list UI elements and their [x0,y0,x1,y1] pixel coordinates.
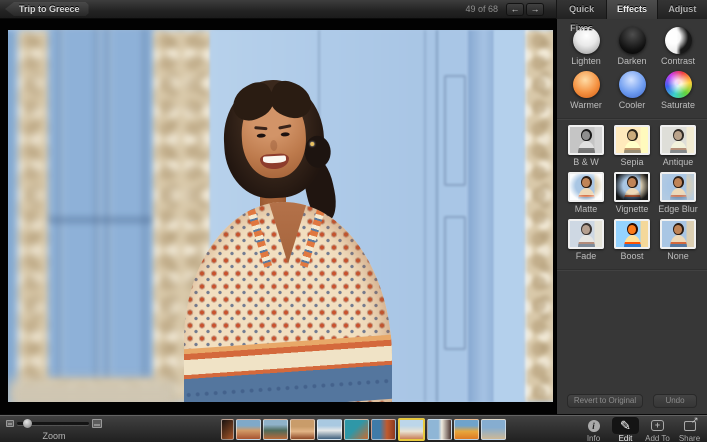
antique-preview [660,125,696,155]
filmstrip-thumb[interactable] [481,419,506,440]
filmstrip-thumb[interactable] [344,419,369,440]
effect-orb-warmer[interactable]: Warmer [563,71,609,110]
sidebar-buttons: Revert to Original Undo [557,394,707,408]
effects-panel: LightenDarkenContrast WarmerCoolerSatura… [556,19,707,414]
effect-orb-cooler[interactable]: Cooler [609,71,655,110]
effect-thumbnail-matte[interactable]: Matte [563,172,609,214]
effect-thumbnails: B & WSepiaAntique MatteVignetteEdge Blur F… [557,120,707,261]
darken-orb-icon [619,27,646,54]
effect-thumbnail-fade[interactable]: Fade [563,219,609,261]
effect-thumbnail-boost[interactable]: Boost [609,219,655,261]
photo-door-frame [468,30,494,402]
none-preview [660,219,696,249]
filmstrip-thumb[interactable] [317,419,342,440]
effect-orbs-row-2: WarmerCoolerSaturate [557,66,707,110]
add-to-button[interactable]: + Add To [644,416,671,442]
effect-orb-darken[interactable]: Darken [609,27,655,66]
zoom-label: Zoom [6,431,102,441]
zoom-in-photo-icon [92,419,102,428]
action-buttons: i Info ✎ Edit + Add To ↗ Share [580,416,703,442]
effect-orb-contrast[interactable]: Contrast [655,27,701,66]
photo-door-panels [436,30,468,402]
bw-preview [568,125,604,155]
bottom-toolbar: Zoom i Info ✎ Edit + Add To ↗ Share [0,414,707,442]
right-arrow-icon: → [531,4,540,14]
zoom-out-photo-icon [6,420,14,427]
undo-button[interactable]: Undo [653,394,697,408]
filmstrip-thumb[interactable] [427,419,452,440]
filmstrip-thumb[interactable] [263,419,288,440]
info-button[interactable]: i Info [580,416,607,442]
effect-thumbnail-edgeblur[interactable]: Edge Blur [655,172,701,214]
next-photo-button[interactable]: → [526,3,544,16]
zoom-slider-thumb[interactable] [23,419,32,428]
zoom-control: Zoom [6,419,102,441]
iphoto-edit-window: Trip to Greece 49 of 68 ← → Quick Fixes … [0,0,707,442]
tab-adjust[interactable]: Adjust [657,0,707,19]
effect-thumbnail-antique[interactable]: Antique [655,125,701,167]
matte-preview [568,172,604,202]
filmstrip-thumb[interactable] [221,419,234,440]
revert-to-original-button[interactable]: Revert to Original [567,394,643,408]
info-icon: i [588,420,600,432]
vignette-preview [614,172,650,202]
filmstrip [221,418,506,441]
effect-thumbnail-bw[interactable]: B & W [563,125,609,167]
filmstrip-thumb[interactable] [236,419,261,440]
filmstrip-thumb-selected[interactable] [398,418,425,441]
filmstrip-thumb[interactable] [290,419,315,440]
share-icon: ↗ [684,421,696,431]
saturate-orb-icon [665,71,692,98]
effect-thumbnail-sepia[interactable]: Sepia [609,125,655,167]
warmer-orb-icon [573,71,600,98]
boost-preview [614,219,650,249]
left-arrow-icon: ← [511,4,520,14]
share-button[interactable]: ↗ Share [676,416,703,442]
photo-nav-arrows: ← → [506,3,544,16]
top-toolbar: Trip to Greece 49 of 68 ← → Quick Fixes … [0,0,707,19]
effect-thumbnail-vignette[interactable]: Vignette [609,172,655,214]
back-to-album-button[interactable]: Trip to Greece [5,2,89,16]
photo-door-edge [494,30,528,402]
panel-divider [557,269,707,271]
fade-preview [568,219,604,249]
woman-face [221,77,327,202]
contrast-orb-icon [665,27,692,54]
main-area: LightenDarkenContrast WarmerCoolerSatura… [0,19,707,414]
pencil-icon: ✎ [620,419,631,432]
photo-stone-wall-right [526,30,553,402]
photo-counter: 49 of 68 [465,4,498,14]
effect-orb-saturate[interactable]: Saturate [655,71,701,110]
edgeblur-preview [660,172,696,202]
edit-button[interactable]: ✎ Edit [612,416,639,442]
tab-effects[interactable]: Effects [606,0,656,19]
tab-quick-fixes[interactable]: Quick Fixes [556,0,606,19]
previous-photo-button[interactable]: ← [506,3,524,16]
filmstrip-thumb[interactable] [371,419,396,440]
photo-floor [8,380,178,402]
edited-photo [8,30,553,402]
zoom-slider-track[interactable] [17,422,89,425]
edit-mode-tabs: Quick Fixes Effects Adjust [556,0,707,19]
photo-blue-shutter [48,30,156,379]
filmstrip-thumb[interactable] [454,419,479,440]
cooler-orb-icon [619,71,646,98]
photo-canvas [0,19,556,414]
effect-thumbnail-none[interactable]: None [655,219,701,261]
add-to-icon: + [651,420,664,431]
sepia-preview [614,125,650,155]
